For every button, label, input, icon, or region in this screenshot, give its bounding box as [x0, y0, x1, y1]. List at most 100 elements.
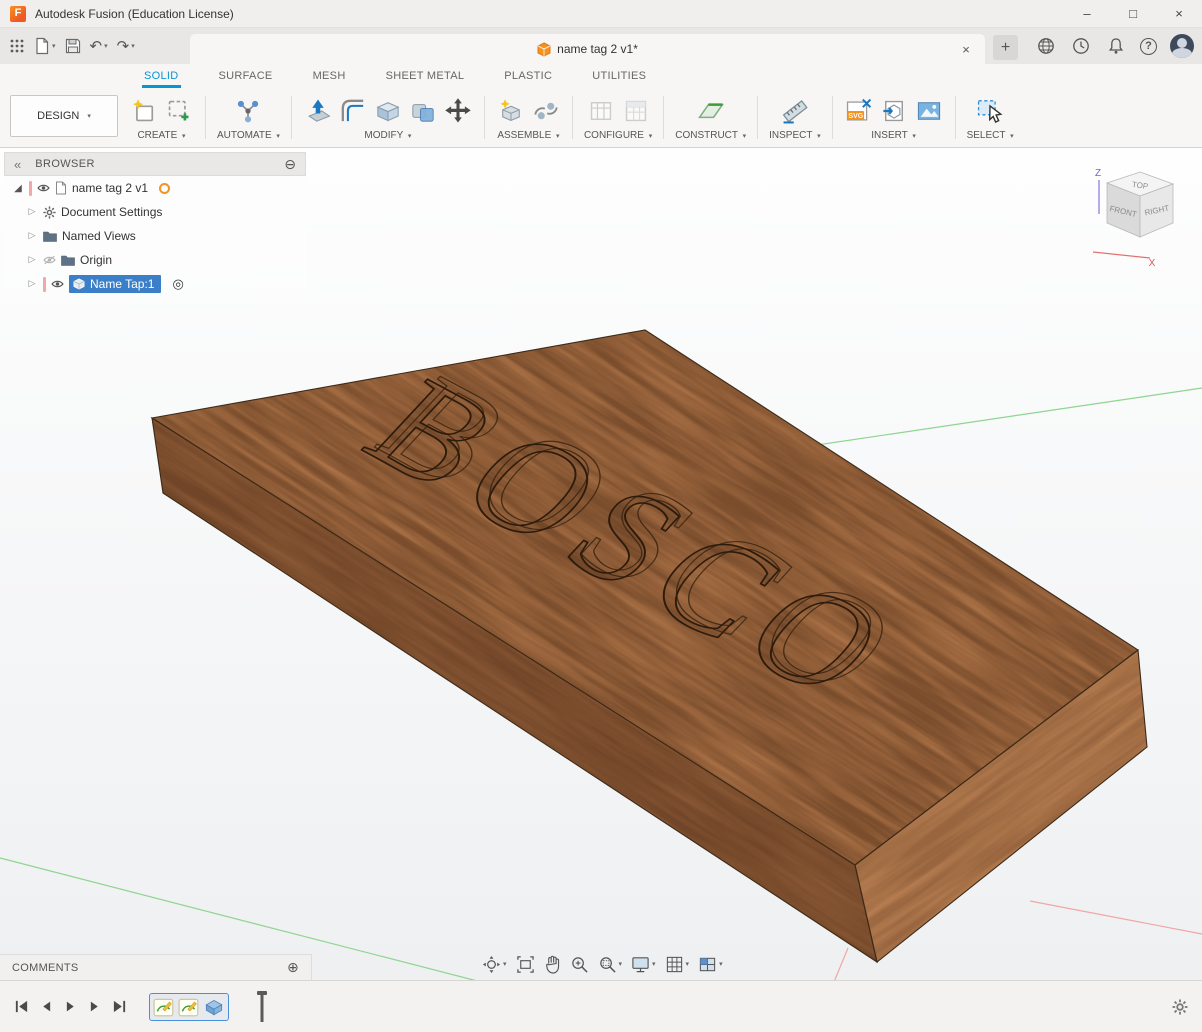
selected-component-chip[interactable]: Name Tap:1	[69, 275, 161, 293]
user-avatar[interactable]	[1170, 34, 1194, 58]
new-document-tab-button[interactable]: +	[993, 35, 1018, 60]
move-cross-icon	[444, 97, 472, 125]
tab-mesh[interactable]: MESH	[311, 66, 348, 88]
orbit-button[interactable]: ▾	[482, 955, 507, 974]
group-insert-label[interactable]: INSERT ▾	[871, 130, 916, 141]
browser-row-origin[interactable]: ▷ Origin	[4, 248, 306, 272]
skip-to-start-button[interactable]	[14, 999, 29, 1014]
viewports-button[interactable]: ▾	[698, 955, 723, 974]
group-create-label[interactable]: CREATE ▾	[137, 130, 185, 141]
configuration-insert-button[interactable]	[621, 96, 651, 126]
browser-row-document-settings[interactable]: ▷ Document Settings	[4, 200, 306, 224]
joint-button[interactable]	[531, 96, 561, 126]
move-copy-button[interactable]	[443, 96, 473, 126]
job-status-button[interactable]	[1070, 35, 1092, 57]
origin-label[interactable]: Origin	[80, 253, 112, 267]
pan-button[interactable]	[544, 955, 561, 974]
panel-display-toggle-icon[interactable]: ⊖	[284, 156, 296, 173]
group-inspect-label[interactable]: INSPECT ▾	[769, 130, 820, 141]
grid-snap-button[interactable]: ▾	[665, 955, 690, 974]
expand-arrow-icon[interactable]: ▷	[26, 231, 38, 241]
zoom-button[interactable]	[570, 955, 589, 974]
new-component-button[interactable]	[496, 96, 526, 126]
viewport-3d[interactable]: BOSCO BOSCO TOP FRONT RIGHT Z X	[0, 148, 1202, 980]
comments-bar[interactable]: COMMENTS ⊕	[0, 954, 312, 980]
construct-plane-button[interactable]	[696, 96, 726, 126]
fusion-logo-icon: F	[10, 6, 26, 22]
configuration-grid-icon	[623, 98, 649, 124]
add-comment-icon[interactable]: ⊕	[287, 960, 299, 976]
collapse-panel-icon[interactable]: «	[14, 157, 21, 172]
step-back-button[interactable]	[40, 999, 53, 1014]
home-web-button[interactable]	[1035, 35, 1057, 57]
expand-arrow-icon[interactable]: ◢	[12, 183, 24, 194]
measure-button[interactable]	[780, 96, 810, 126]
expand-arrow-icon[interactable]: ▷	[26, 255, 38, 265]
visibility-off-eye-icon[interactable]	[43, 255, 56, 265]
skip-to-end-button[interactable]	[112, 999, 127, 1014]
timeline-settings-button[interactable]	[1172, 999, 1188, 1020]
file-menu-button[interactable]: ▾	[31, 33, 59, 59]
display-settings-button[interactable]: ▾	[631, 955, 656, 974]
automate-button[interactable]	[233, 96, 263, 126]
visibility-eye-icon[interactable]	[51, 279, 64, 289]
close-button[interactable]: ×	[1156, 0, 1202, 27]
update-status-icon[interactable]	[159, 183, 170, 194]
document-node-label[interactable]: name tag 2 v1	[72, 181, 148, 195]
group-modify-label[interactable]: MODIFY ▾	[364, 130, 411, 141]
shell-button[interactable]	[373, 96, 403, 126]
help-button[interactable]: ?	[1140, 38, 1157, 55]
redo-button[interactable]: ↷ ▾	[114, 33, 138, 59]
visibility-eye-icon[interactable]	[37, 183, 50, 193]
select-button[interactable]	[975, 96, 1005, 126]
save-button[interactable]	[62, 33, 84, 59]
tab-surface[interactable]: SURFACE	[217, 66, 275, 88]
browser-row-component[interactable]: ▷ Name Tap:1 ◎	[4, 272, 306, 296]
group-construct-label[interactable]: CONSTRUCT ▾	[675, 130, 746, 141]
browser-row-document[interactable]: ◢ name tag 2 v1	[4, 176, 306, 200]
group-select-label[interactable]: SELECT ▾	[967, 130, 1014, 141]
close-document-icon[interactable]: ×	[957, 40, 975, 58]
app-grid-button[interactable]	[6, 33, 28, 59]
insert-svg-button[interactable]: SVG	[844, 96, 874, 126]
combine-button[interactable]	[408, 96, 438, 126]
group-assemble-label[interactable]: ASSEMBLE ▾	[497, 130, 559, 141]
browser-header[interactable]: « BROWSER ⊖	[4, 152, 306, 176]
design-workspace-menu[interactable]: DESIGN ▾	[10, 95, 118, 137]
document-tab[interactable]: name tag 2 v1* ×	[190, 34, 985, 64]
create-sketch-button[interactable]	[129, 96, 159, 126]
group-configure-label[interactable]: CONFIGURE ▾	[584, 130, 652, 141]
notifications-button[interactable]	[1105, 35, 1127, 57]
expand-arrow-icon[interactable]: ▷	[26, 207, 38, 217]
play-button[interactable]	[64, 999, 77, 1014]
press-pull-button[interactable]	[303, 96, 333, 126]
tab-utilities[interactable]: UTILITIES	[590, 66, 648, 88]
fillet-button[interactable]	[338, 96, 368, 126]
activate-component-icon[interactable]: ◎	[172, 278, 183, 291]
document-settings-label[interactable]: Document Settings	[61, 205, 162, 219]
minimize-button[interactable]: –	[1064, 0, 1110, 27]
group-automate-label[interactable]: AUTOMATE ▾	[217, 130, 280, 141]
named-views-label[interactable]: Named Views	[62, 229, 136, 243]
tab-sheet-metal[interactable]: SHEET METAL	[384, 66, 467, 88]
insert-canvas-button[interactable]	[914, 96, 944, 126]
expand-arrow-icon[interactable]: ▷	[26, 279, 38, 289]
configuration-button[interactable]	[586, 96, 616, 126]
zoom-window-button[interactable]: ▾	[598, 955, 623, 974]
viewcube[interactable]: TOP FRONT RIGHT Z X	[1093, 168, 1173, 269]
create-sketch-dimension-button[interactable]	[164, 96, 194, 126]
tab-plastic[interactable]: PLASTIC	[502, 66, 554, 88]
timeline-sketch-feature[interactable]	[178, 996, 200, 1018]
timeline-playhead[interactable]	[255, 990, 269, 1024]
timeline-extrude-feature[interactable]	[203, 996, 225, 1018]
step-forward-button[interactable]	[88, 999, 101, 1014]
insert-mesh-button[interactable]	[879, 96, 909, 126]
tab-solid[interactable]: SOLID	[142, 66, 181, 88]
timeline-sketch-feature[interactable]	[153, 996, 175, 1018]
undo-button[interactable]: ↶ ▾	[87, 33, 111, 59]
maximize-button[interactable]: □	[1110, 0, 1156, 27]
group-automate: AUTOMATE ▾	[206, 88, 291, 147]
insert-mesh-icon	[881, 98, 907, 124]
fit-view-button[interactable]	[516, 955, 535, 974]
browser-row-named-views[interactable]: ▷ Named Views	[4, 224, 306, 248]
